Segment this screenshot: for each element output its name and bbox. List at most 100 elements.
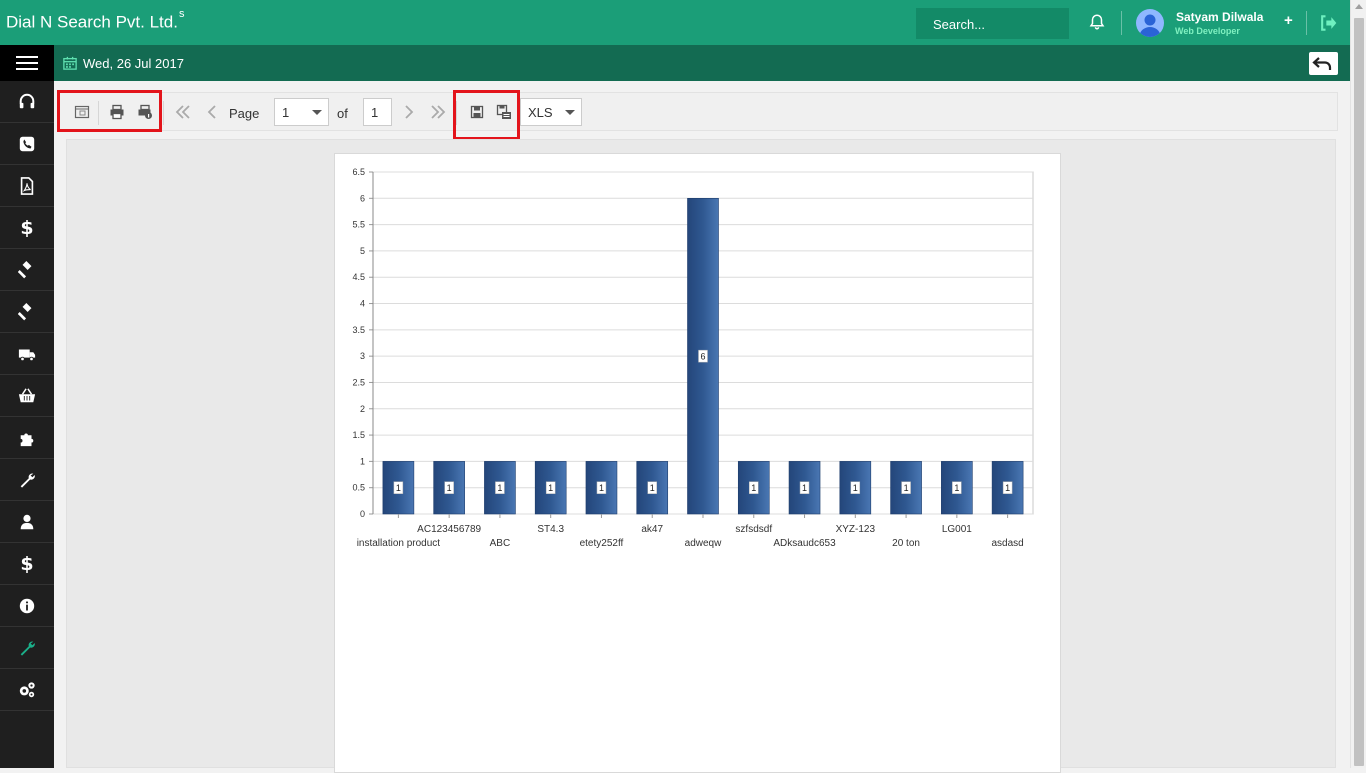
sidebar: $ $ [0, 45, 54, 768]
page-scrollbar[interactable] [1350, 0, 1366, 768]
x-tick-label: AC123456789 [417, 524, 481, 535]
sidebar-item-support[interactable] [0, 81, 54, 123]
divider [1121, 11, 1122, 35]
sidebar-item-payments[interactable]: $ [0, 543, 54, 585]
dollar-icon: $ [20, 552, 34, 575]
data-label: 1 [396, 483, 401, 493]
data-label: 1 [1005, 483, 1010, 493]
dollar-icon: $ [20, 216, 34, 239]
data-label: 1 [802, 483, 807, 493]
top-bar: Dial N Search Pvt. Ltd.s Search... Satya… [0, 0, 1350, 45]
bar-chart: 00.511.522.533.544.555.566.5 1 1 1 1 1 161 1 1 1… [352, 167, 1034, 549]
gears-icon [19, 681, 35, 697]
next-page-icon[interactable] [400, 103, 418, 121]
add-button[interactable]: + [1284, 12, 1293, 29]
headset-icon [19, 93, 35, 108]
phone-icon [19, 136, 35, 151]
user-avatar-icon [1139, 14, 1161, 37]
x-tick-label: etety252ff [580, 538, 624, 549]
data-label: 1 [599, 483, 604, 493]
data-label: 1 [751, 483, 756, 493]
info-icon [19, 598, 35, 613]
page-label: Page [229, 106, 260, 121]
logout-icon[interactable] [1318, 13, 1338, 33]
scroll-up-arrow-icon[interactable] [1355, 4, 1363, 9]
hamburger-icon [16, 56, 38, 58]
y-tick-label: 0.5 [352, 483, 365, 493]
sidebar-item-shop[interactable] [0, 375, 54, 417]
wrench-icon-active [20, 641, 35, 656]
x-tick-label: ADksaudc653 [773, 538, 836, 549]
x-tick-label: 20 ton [892, 538, 920, 549]
avatar[interactable] [1136, 9, 1164, 37]
sidebar-item-plugins[interactable] [0, 417, 54, 459]
y-tick-label: 6 [360, 193, 365, 203]
first-page-icon[interactable] [174, 103, 192, 121]
data-label: 1 [954, 483, 959, 493]
brand-title[interactable]: Dial N Search Pvt. Ltd.s [6, 8, 184, 33]
y-tick-label: 6.5 [352, 167, 365, 177]
sidebar-item-pdf[interactable] [0, 165, 54, 207]
report-viewer: 0 0.5 1 1.5 2 2.5 3 3.5 4 4.5 5 5.5 6 6.5 11111161111… [66, 139, 1336, 773]
sidebar-item-billing[interactable]: $ [0, 207, 54, 249]
sidebar-item-auction-2[interactable] [0, 291, 54, 333]
user-name[interactable]: Satyam Dilwala [1176, 10, 1263, 24]
back-button[interactable] [1309, 52, 1338, 75]
x-tick-label: installation product [357, 538, 441, 549]
of-label: of [337, 106, 348, 121]
data-label: 1 [548, 483, 553, 493]
x-tick-label: ST4.3 [537, 524, 564, 535]
data-label: 1 [650, 483, 655, 493]
basket-icon [18, 387, 36, 402]
sidebar-item-calls[interactable] [0, 123, 54, 165]
undo-arrow-icon [1312, 57, 1332, 70]
x-tick-label: LG001 [942, 524, 972, 535]
sidebar-item-tools[interactable] [0, 459, 54, 501]
menu-toggle-button[interactable] [0, 45, 54, 81]
y-tick-label: 5.5 [352, 220, 365, 230]
y-tick-label: 1.5 [352, 430, 365, 440]
export-format-select[interactable]: XLS [520, 98, 582, 126]
last-page-icon[interactable] [429, 103, 447, 121]
divider [1306, 11, 1307, 35]
sidebar-item-settings-tools[interactable] [0, 627, 54, 669]
truck-icon [18, 349, 36, 361]
divider [163, 101, 164, 125]
bell-icon[interactable] [1088, 13, 1106, 31]
user-icon [20, 514, 34, 529]
sidebar-item-info[interactable] [0, 585, 54, 627]
user-role: Web Developer [1175, 26, 1240, 36]
data-label: 1 [497, 483, 502, 493]
y-tick-label: 5 [360, 246, 365, 256]
sidebar-item-users[interactable] [0, 501, 54, 543]
x-tick-label: szfsdsdf [735, 524, 772, 535]
sidebar-item-delivery[interactable] [0, 333, 54, 375]
wrench-icon [20, 473, 35, 488]
highlight-box-print-group [57, 90, 162, 132]
pdf-file-icon [20, 176, 34, 195]
search-input[interactable]: Search... [916, 8, 1069, 39]
x-tick-label: asdasd [991, 538, 1023, 549]
chevron-down-icon [312, 110, 322, 115]
page-number-select[interactable]: 1 [274, 98, 329, 126]
sidebar-item-auction[interactable] [0, 249, 54, 291]
data-label: 1 [447, 483, 452, 493]
calendar-icon [63, 56, 77, 70]
current-date: Wed, 26 Jul 2017 [83, 56, 184, 71]
hamburger-icon [16, 68, 38, 70]
export-format-value: XLS [528, 105, 553, 120]
scroll-thumb[interactable] [1354, 18, 1364, 766]
x-tick-label: adweqw [685, 538, 722, 549]
y-tick-label: 3.5 [352, 325, 365, 335]
data-label: 1 [853, 483, 858, 493]
y-tick-label: 1 [360, 456, 365, 466]
previous-page-icon[interactable] [203, 103, 221, 121]
y-tick-label: 3 [360, 351, 365, 361]
gavel-icon [18, 260, 32, 278]
hamburger-icon [16, 62, 38, 64]
sidebar-item-configuration[interactable] [0, 669, 54, 711]
y-tick-label: 0 [360, 509, 365, 519]
page-number-value: 1 [282, 105, 290, 120]
date-bar: Wed, 26 Jul 2017 [54, 45, 1350, 81]
total-pages-field: 1 [363, 98, 392, 126]
